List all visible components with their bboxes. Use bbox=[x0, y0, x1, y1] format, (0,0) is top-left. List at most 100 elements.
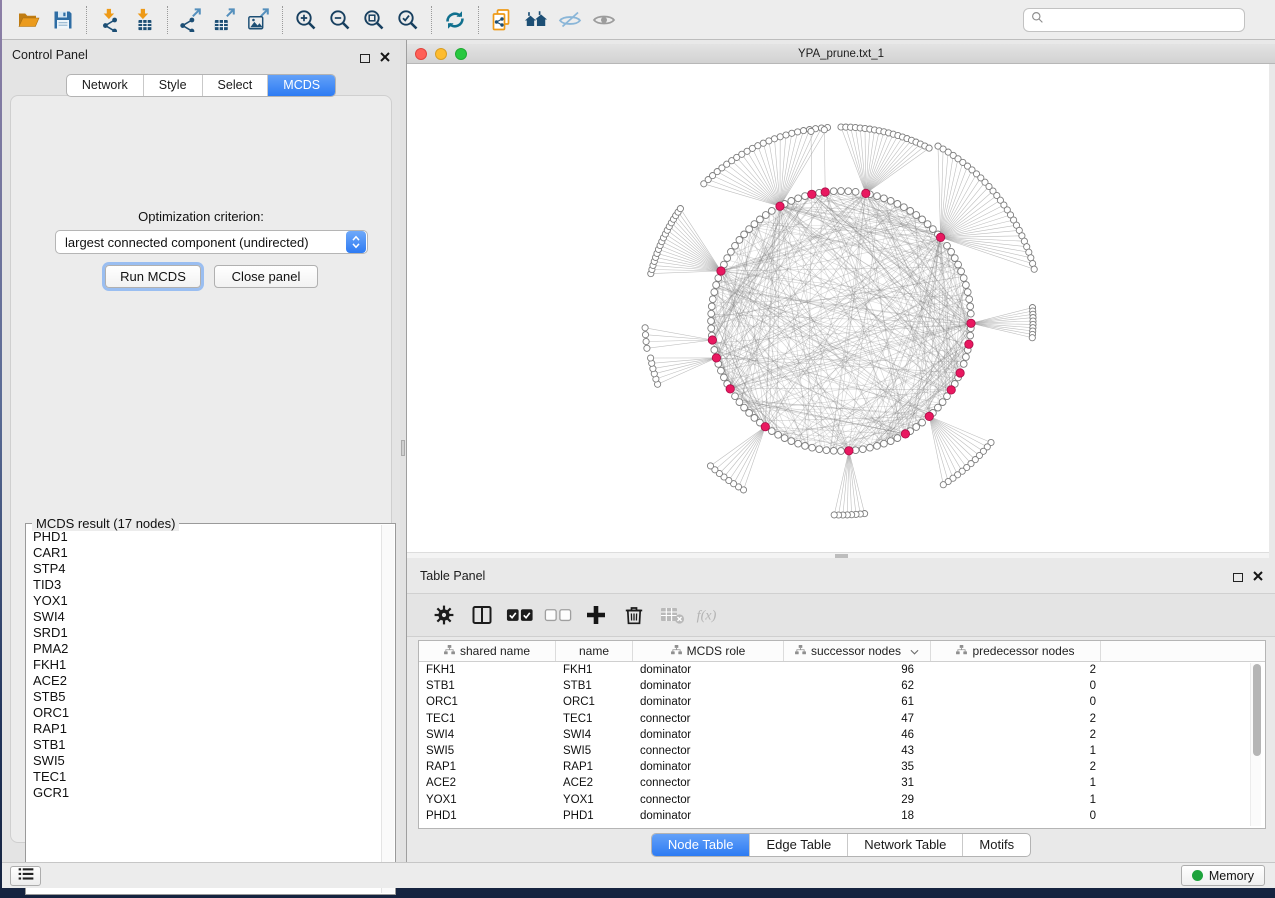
toolbar-separator bbox=[282, 6, 283, 34]
network-scroll-thumb[interactable] bbox=[835, 554, 848, 558]
cell-name: RAP1 bbox=[556, 761, 633, 773]
open-file-icon[interactable] bbox=[12, 5, 46, 35]
mcds-list-scrollbar[interactable] bbox=[381, 525, 394, 893]
import-network-icon[interactable] bbox=[93, 5, 127, 35]
delete-column-icon[interactable] bbox=[615, 599, 653, 631]
table-row[interactable]: RAP1RAP1dominator352 bbox=[419, 759, 1265, 775]
zoom-in-icon[interactable] bbox=[289, 5, 323, 35]
column-header-name[interactable]: name bbox=[556, 641, 633, 661]
shared-column-icon bbox=[795, 644, 806, 658]
memory-status-icon bbox=[1192, 870, 1203, 881]
float-table-panel-icon[interactable] bbox=[1233, 573, 1243, 582]
hide-selected-icon[interactable] bbox=[553, 5, 587, 35]
cell-predecessor-nodes: 0 bbox=[931, 810, 1101, 822]
show-all-icon[interactable] bbox=[587, 5, 621, 35]
network-canvas[interactable] bbox=[407, 64, 1269, 552]
column-label: shared name bbox=[460, 644, 530, 658]
cell-MCDS-role: dominator bbox=[633, 810, 784, 822]
export-table-icon[interactable] bbox=[208, 5, 242, 35]
tab-mcds[interactable]: MCDS bbox=[268, 75, 335, 96]
mcds-result-node[interactable]: TEC1 bbox=[33, 769, 381, 785]
table-row[interactable]: FKH1FKH1dominator962 bbox=[419, 662, 1265, 678]
zoom-out-icon[interactable] bbox=[323, 5, 357, 35]
table-row[interactable]: SWI5SWI5connector431 bbox=[419, 743, 1265, 759]
mcds-tab-content: Optimization criterion: largest connecte… bbox=[10, 95, 392, 843]
mcds-result-node[interactable]: SWI5 bbox=[33, 753, 381, 769]
mcds-result-node[interactable]: STB5 bbox=[33, 689, 381, 705]
mcds-result-node[interactable]: SRD1 bbox=[33, 625, 381, 641]
export-network-icon[interactable] bbox=[174, 5, 208, 35]
status-bar: Memory bbox=[2, 862, 1275, 888]
memory-button[interactable]: Memory bbox=[1181, 865, 1265, 886]
cell-predecessor-nodes: 2 bbox=[931, 713, 1101, 725]
table-row[interactable]: YOX1YOX1connector291 bbox=[419, 792, 1265, 808]
zoom-fit-icon[interactable] bbox=[357, 5, 391, 35]
mcds-result-node[interactable]: FKH1 bbox=[33, 657, 381, 673]
control-panel: Control Panel NetworkStyleSelectMCDS Opt… bbox=[2, 40, 400, 862]
column-header-predecessor-nodes[interactable]: predecessor nodes bbox=[931, 641, 1101, 661]
close-panel-button[interactable]: Close panel bbox=[214, 265, 318, 288]
table-row[interactable]: PHD1PHD1dominator180 bbox=[419, 808, 1265, 824]
tab-network-table[interactable]: Network Table bbox=[848, 834, 963, 856]
cell-successor-nodes: 43 bbox=[784, 745, 931, 757]
tab-node-table[interactable]: Node Table bbox=[652, 834, 751, 856]
cell-name: TEC1 bbox=[556, 713, 633, 725]
network-horizontal-scrollbar[interactable] bbox=[407, 552, 1269, 558]
tab-network[interactable]: Network bbox=[67, 75, 144, 96]
table-row[interactable]: ORC1ORC1dominator610 bbox=[419, 694, 1265, 710]
window-list-button[interactable] bbox=[10, 866, 41, 886]
mcds-result-node[interactable]: ORC1 bbox=[33, 705, 381, 721]
mcds-result-node[interactable]: STB1 bbox=[33, 737, 381, 753]
table-row[interactable]: ACE2ACE2connector311 bbox=[419, 775, 1265, 791]
mcds-result-node[interactable]: YOX1 bbox=[33, 593, 381, 609]
criterion-dropdown[interactable]: largest connected component (undirected) bbox=[55, 230, 368, 254]
table-scroll-thumb[interactable] bbox=[1253, 664, 1261, 756]
mcds-result-node[interactable]: PHD1 bbox=[33, 529, 381, 545]
table-row[interactable]: STB1STB1dominator620 bbox=[419, 678, 1265, 694]
import-table-icon[interactable] bbox=[127, 5, 161, 35]
cell-successor-nodes: 29 bbox=[784, 794, 931, 806]
mcds-result-node[interactable]: RAP1 bbox=[33, 721, 381, 737]
search-input[interactable] bbox=[1049, 13, 1244, 27]
tab-motifs[interactable]: Motifs bbox=[963, 834, 1030, 856]
column-header-MCDS-role[interactable]: MCDS role bbox=[633, 641, 784, 661]
duplicate-network-icon[interactable] bbox=[485, 5, 519, 35]
cell-successor-nodes: 31 bbox=[784, 777, 931, 789]
mcds-result-node[interactable]: TID3 bbox=[33, 577, 381, 593]
mcds-result-node[interactable]: PMA2 bbox=[33, 641, 381, 657]
run-mcds-button[interactable]: Run MCDS bbox=[105, 265, 201, 288]
table-row[interactable]: SWI4SWI4dominator462 bbox=[419, 727, 1265, 743]
mcds-result-node[interactable]: STP4 bbox=[33, 561, 381, 577]
panel-splitter[interactable] bbox=[400, 40, 407, 862]
cell-shared-name: FKH1 bbox=[419, 664, 556, 676]
mcds-result-node[interactable]: GCR1 bbox=[33, 785, 381, 801]
network-graph[interactable] bbox=[407, 64, 1269, 552]
export-image-icon[interactable] bbox=[242, 5, 276, 35]
deselect-all-checkboxes-icon[interactable] bbox=[539, 599, 577, 631]
refresh-layout-icon[interactable] bbox=[438, 5, 472, 35]
mcds-result-node[interactable]: SWI4 bbox=[33, 609, 381, 625]
save-session-icon[interactable] bbox=[46, 5, 80, 35]
first-neighbors-icon[interactable] bbox=[519, 5, 553, 35]
column-header-shared-name[interactable]: shared name bbox=[419, 641, 556, 661]
column-header-successor-nodes[interactable]: successor nodes bbox=[784, 641, 931, 661]
float-window-icon[interactable] bbox=[360, 54, 370, 63]
splitter-grip[interactable] bbox=[401, 440, 405, 456]
cell-successor-nodes: 61 bbox=[784, 696, 931, 708]
split-columns-icon[interactable] bbox=[463, 599, 501, 631]
tab-edge-table[interactable]: Edge Table bbox=[750, 834, 848, 856]
tab-select[interactable]: Select bbox=[203, 75, 269, 96]
close-panel-icon[interactable] bbox=[380, 49, 390, 67]
select-all-checkboxes-icon[interactable] bbox=[501, 599, 539, 631]
mcds-result-node[interactable]: ACE2 bbox=[33, 673, 381, 689]
cell-successor-nodes: 46 bbox=[784, 729, 931, 741]
close-table-panel-icon[interactable] bbox=[1253, 568, 1263, 586]
table-row[interactable]: TEC1TEC1connector472 bbox=[419, 711, 1265, 727]
add-column-icon[interactable] bbox=[577, 599, 615, 631]
zoom-selected-icon[interactable] bbox=[391, 5, 425, 35]
table-scrollbar[interactable] bbox=[1250, 663, 1261, 826]
column-label: successor nodes bbox=[811, 644, 901, 658]
tab-style[interactable]: Style bbox=[144, 75, 203, 96]
mcds-result-node[interactable]: CAR1 bbox=[33, 545, 381, 561]
settings-gear-icon[interactable] bbox=[425, 599, 463, 631]
